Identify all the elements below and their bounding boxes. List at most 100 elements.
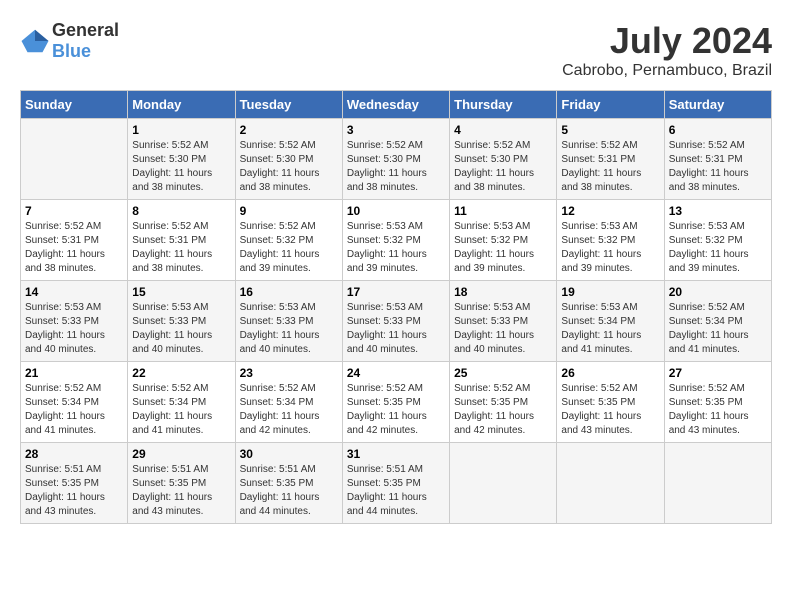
day-number: 14	[25, 285, 123, 299]
day-info: Sunrise: 5:52 AMSunset: 5:31 PMDaylight:…	[132, 220, 230, 276]
day-number: 1	[132, 123, 230, 137]
day-number: 30	[240, 447, 338, 461]
location-title: Cabrobo, Pernambuco, Brazil	[562, 62, 772, 80]
day-info: Sunrise: 5:52 AMSunset: 5:30 PMDaylight:…	[132, 139, 230, 195]
day-info: Sunrise: 5:52 AMSunset: 5:31 PMDaylight:…	[561, 139, 659, 195]
day-number: 9	[240, 204, 338, 218]
calendar-table: Sunday Monday Tuesday Wednesday Thursday…	[20, 90, 772, 524]
calendar-cell: 15 Sunrise: 5:53 AMSunset: 5:33 PMDaylig…	[128, 281, 235, 362]
calendar-cell: 17 Sunrise: 5:53 AMSunset: 5:33 PMDaylig…	[342, 281, 449, 362]
day-number: 18	[454, 285, 552, 299]
title-block: July 2024 Cabrobo, Pernambuco, Brazil	[562, 20, 772, 80]
calendar-cell: 27 Sunrise: 5:52 AMSunset: 5:35 PMDaylig…	[664, 362, 771, 443]
day-number: 3	[347, 123, 445, 137]
calendar-cell: 23 Sunrise: 5:52 AMSunset: 5:34 PMDaylig…	[235, 362, 342, 443]
month-year-title: July 2024	[562, 20, 772, 62]
day-info: Sunrise: 5:52 AMSunset: 5:32 PMDaylight:…	[240, 220, 338, 276]
day-number: 27	[669, 366, 767, 380]
calendar-cell: 18 Sunrise: 5:53 AMSunset: 5:33 PMDaylig…	[450, 281, 557, 362]
header-saturday: Saturday	[664, 91, 771, 119]
day-number: 25	[454, 366, 552, 380]
day-number: 4	[454, 123, 552, 137]
calendar-cell: 3 Sunrise: 5:52 AMSunset: 5:30 PMDayligh…	[342, 119, 449, 200]
day-info: Sunrise: 5:53 AMSunset: 5:33 PMDaylight:…	[25, 301, 123, 357]
day-info: Sunrise: 5:53 AMSunset: 5:32 PMDaylight:…	[669, 220, 767, 276]
day-number: 24	[347, 366, 445, 380]
day-number: 11	[454, 204, 552, 218]
calendar-cell	[21, 119, 128, 200]
header-tuesday: Tuesday	[235, 91, 342, 119]
day-info: Sunrise: 5:51 AMSunset: 5:35 PMDaylight:…	[25, 463, 123, 519]
day-info: Sunrise: 5:52 AMSunset: 5:34 PMDaylight:…	[25, 382, 123, 438]
day-number: 22	[132, 366, 230, 380]
day-number: 7	[25, 204, 123, 218]
day-info: Sunrise: 5:52 AMSunset: 5:35 PMDaylight:…	[454, 382, 552, 438]
calendar-cell: 14 Sunrise: 5:53 AMSunset: 5:33 PMDaylig…	[21, 281, 128, 362]
calendar-cell: 2 Sunrise: 5:52 AMSunset: 5:30 PMDayligh…	[235, 119, 342, 200]
day-info: Sunrise: 5:53 AMSunset: 5:32 PMDaylight:…	[347, 220, 445, 276]
calendar-cell: 7 Sunrise: 5:52 AMSunset: 5:31 PMDayligh…	[21, 200, 128, 281]
day-number: 8	[132, 204, 230, 218]
header-friday: Friday	[557, 91, 664, 119]
day-info: Sunrise: 5:52 AMSunset: 5:30 PMDaylight:…	[347, 139, 445, 195]
day-number: 20	[669, 285, 767, 299]
calendar-cell: 8 Sunrise: 5:52 AMSunset: 5:31 PMDayligh…	[128, 200, 235, 281]
calendar-cell: 9 Sunrise: 5:52 AMSunset: 5:32 PMDayligh…	[235, 200, 342, 281]
calendar-cell: 1 Sunrise: 5:52 AMSunset: 5:30 PMDayligh…	[128, 119, 235, 200]
header-thursday: Thursday	[450, 91, 557, 119]
calendar-cell: 31 Sunrise: 5:51 AMSunset: 5:35 PMDaylig…	[342, 443, 449, 524]
calendar-cell: 10 Sunrise: 5:53 AMSunset: 5:32 PMDaylig…	[342, 200, 449, 281]
day-info: Sunrise: 5:53 AMSunset: 5:32 PMDaylight:…	[561, 220, 659, 276]
header-sunday: Sunday	[21, 91, 128, 119]
day-info: Sunrise: 5:51 AMSunset: 5:35 PMDaylight:…	[240, 463, 338, 519]
day-number: 5	[561, 123, 659, 137]
day-number: 6	[669, 123, 767, 137]
calendar-cell: 25 Sunrise: 5:52 AMSunset: 5:35 PMDaylig…	[450, 362, 557, 443]
day-info: Sunrise: 5:52 AMSunset: 5:34 PMDaylight:…	[132, 382, 230, 438]
day-number: 19	[561, 285, 659, 299]
day-number: 21	[25, 366, 123, 380]
calendar-cell: 16 Sunrise: 5:53 AMSunset: 5:33 PMDaylig…	[235, 281, 342, 362]
day-info: Sunrise: 5:52 AMSunset: 5:31 PMDaylight:…	[25, 220, 123, 276]
day-number: 17	[347, 285, 445, 299]
day-info: Sunrise: 5:53 AMSunset: 5:33 PMDaylight:…	[132, 301, 230, 357]
calendar-cell	[664, 443, 771, 524]
day-info: Sunrise: 5:52 AMSunset: 5:35 PMDaylight:…	[561, 382, 659, 438]
logo: General Blue	[20, 20, 119, 62]
calendar-cell: 26 Sunrise: 5:52 AMSunset: 5:35 PMDaylig…	[557, 362, 664, 443]
calendar-cell: 6 Sunrise: 5:52 AMSunset: 5:31 PMDayligh…	[664, 119, 771, 200]
day-number: 16	[240, 285, 338, 299]
week-row-3: 21 Sunrise: 5:52 AMSunset: 5:34 PMDaylig…	[21, 362, 772, 443]
week-row-4: 28 Sunrise: 5:51 AMSunset: 5:35 PMDaylig…	[21, 443, 772, 524]
day-number: 31	[347, 447, 445, 461]
calendar-cell: 13 Sunrise: 5:53 AMSunset: 5:32 PMDaylig…	[664, 200, 771, 281]
day-number: 28	[25, 447, 123, 461]
day-number: 26	[561, 366, 659, 380]
day-info: Sunrise: 5:53 AMSunset: 5:33 PMDaylight:…	[347, 301, 445, 357]
logo-icon	[20, 26, 50, 56]
day-info: Sunrise: 5:53 AMSunset: 5:33 PMDaylight:…	[240, 301, 338, 357]
calendar-cell	[557, 443, 664, 524]
day-number: 23	[240, 366, 338, 380]
day-info: Sunrise: 5:52 AMSunset: 5:31 PMDaylight:…	[669, 139, 767, 195]
day-info: Sunrise: 5:53 AMSunset: 5:34 PMDaylight:…	[561, 301, 659, 357]
calendar-cell: 21 Sunrise: 5:52 AMSunset: 5:34 PMDaylig…	[21, 362, 128, 443]
calendar-cell: 20 Sunrise: 5:52 AMSunset: 5:34 PMDaylig…	[664, 281, 771, 362]
calendar-cell: 29 Sunrise: 5:51 AMSunset: 5:35 PMDaylig…	[128, 443, 235, 524]
calendar-cell: 4 Sunrise: 5:52 AMSunset: 5:30 PMDayligh…	[450, 119, 557, 200]
calendar-cell: 5 Sunrise: 5:52 AMSunset: 5:31 PMDayligh…	[557, 119, 664, 200]
calendar-cell: 19 Sunrise: 5:53 AMSunset: 5:34 PMDaylig…	[557, 281, 664, 362]
day-info: Sunrise: 5:51 AMSunset: 5:35 PMDaylight:…	[132, 463, 230, 519]
day-info: Sunrise: 5:53 AMSunset: 5:33 PMDaylight:…	[454, 301, 552, 357]
week-row-2: 14 Sunrise: 5:53 AMSunset: 5:33 PMDaylig…	[21, 281, 772, 362]
day-info: Sunrise: 5:53 AMSunset: 5:32 PMDaylight:…	[454, 220, 552, 276]
day-info: Sunrise: 5:52 AMSunset: 5:34 PMDaylight:…	[240, 382, 338, 438]
day-number: 12	[561, 204, 659, 218]
day-info: Sunrise: 5:52 AMSunset: 5:35 PMDaylight:…	[347, 382, 445, 438]
day-info: Sunrise: 5:52 AMSunset: 5:35 PMDaylight:…	[669, 382, 767, 438]
day-number: 2	[240, 123, 338, 137]
week-row-1: 7 Sunrise: 5:52 AMSunset: 5:31 PMDayligh…	[21, 200, 772, 281]
day-info: Sunrise: 5:52 AMSunset: 5:30 PMDaylight:…	[240, 139, 338, 195]
day-info: Sunrise: 5:52 AMSunset: 5:30 PMDaylight:…	[454, 139, 552, 195]
calendar-cell: 12 Sunrise: 5:53 AMSunset: 5:32 PMDaylig…	[557, 200, 664, 281]
